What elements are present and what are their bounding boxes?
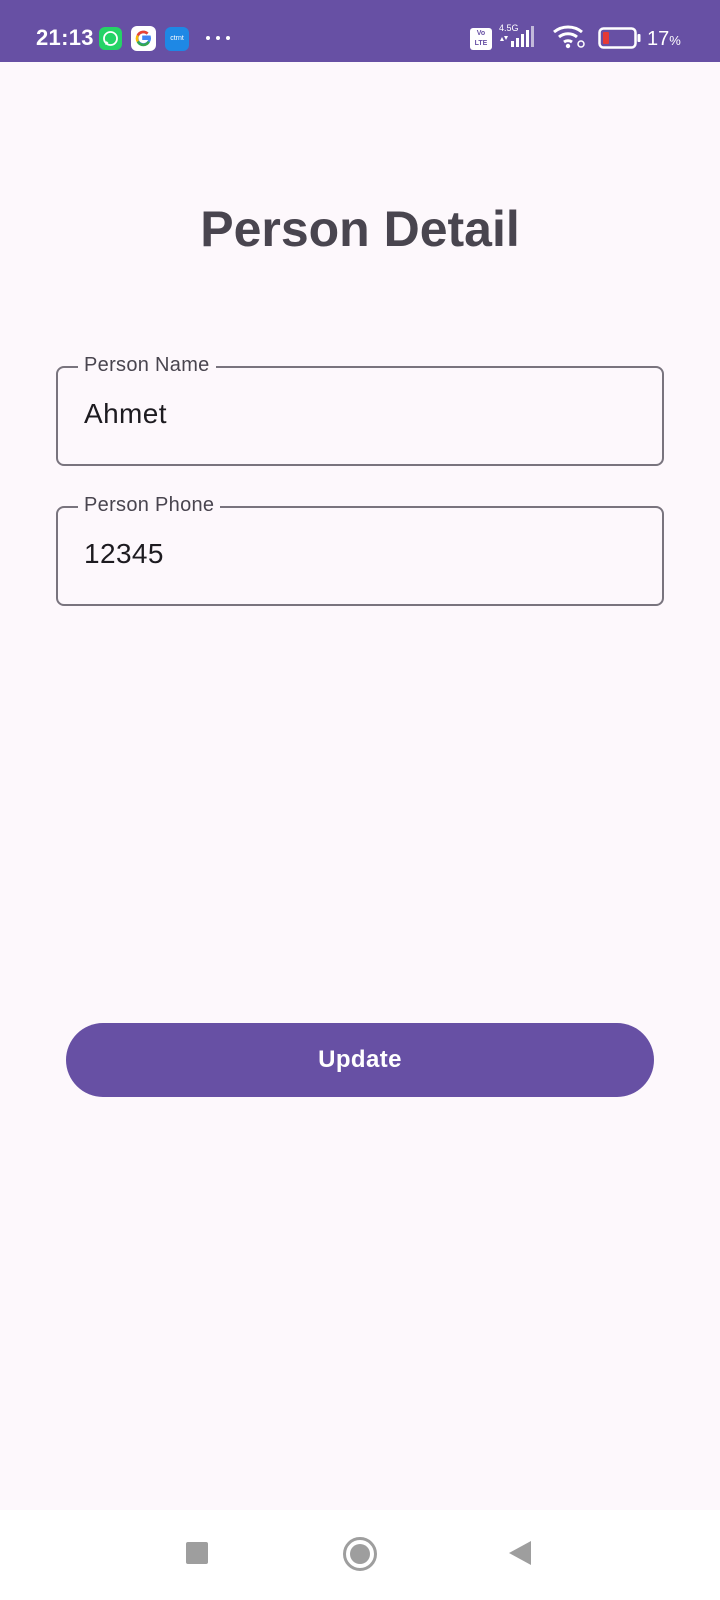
person-phone-input[interactable]: 12345 — [84, 536, 164, 572]
status-time: 21:13 — [36, 25, 94, 50]
battery-value: 17 — [647, 28, 670, 50]
page-title: Person Detail — [200, 201, 520, 257]
home-icon — [350, 1544, 370, 1564]
recents-button[interactable] — [186, 1542, 208, 1564]
battery-icon — [598, 27, 642, 54]
person-name-input[interactable]: Ahmet — [84, 396, 167, 432]
home-button[interactable] — [343, 1537, 377, 1571]
battery-percentage: 17% — [647, 26, 681, 54]
person-name-label: Person Name — [78, 352, 216, 378]
signal-icon: 4.5G — [498, 22, 536, 55]
wifi-icon — [552, 24, 588, 55]
whatsapp-icon — [99, 27, 122, 50]
app-icon: ctrnt — [165, 27, 189, 51]
network-type-label: 4.5G — [499, 23, 519, 33]
volte-icon: Vo LTE — [470, 28, 492, 50]
back-button[interactable] — [509, 1541, 531, 1565]
more-icon — [206, 36, 230, 42]
person-phone-label: Person Phone — [78, 492, 221, 518]
person-name-field[interactable]: Person Name Ahmet — [56, 352, 720, 466]
status-bar: 21:13 ctrnt Vo LTE 4.5G 17% — [0, 0, 720, 62]
google-icon — [131, 26, 156, 51]
update-button[interactable]: Update — [66, 1023, 654, 1097]
person-phone-field[interactable]: Person Phone 12345 — [56, 492, 720, 606]
battery-unit: % — [669, 33, 681, 48]
